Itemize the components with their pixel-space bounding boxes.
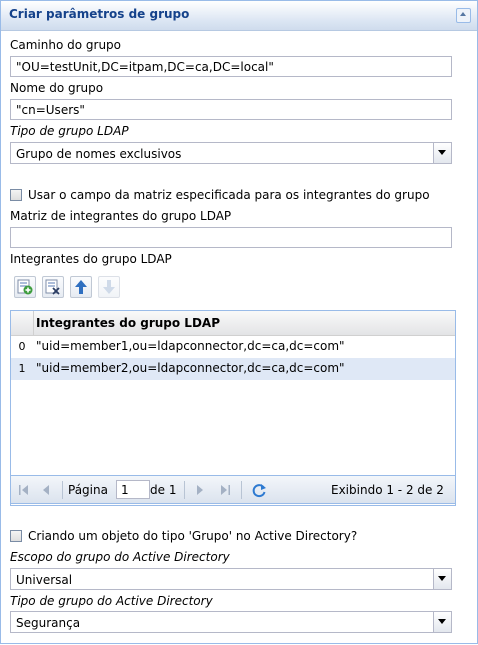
- delete-row-icon: [45, 279, 60, 295]
- arrow-up-icon: [75, 280, 87, 294]
- member-array-input[interactable]: [10, 227, 452, 248]
- prev-page-icon[interactable]: [41, 483, 51, 497]
- members-section-label: Integrantes do grupo LDAP: [10, 252, 172, 266]
- add-row-icon: [17, 279, 33, 295]
- table-row[interactable]: 0 "uid=member1,ou=ldapconnector,dc=ca,dc…: [11, 336, 455, 358]
- move-down-button[interactable]: [98, 276, 120, 298]
- row-value[interactable]: "uid=member2,ou=ldapconnector,dc=ca,dc=c…: [36, 361, 345, 375]
- next-page-icon[interactable]: [195, 483, 205, 497]
- page-number-value: 1: [121, 483, 129, 497]
- arrow-down-icon: [103, 280, 115, 294]
- refresh-icon[interactable]: [251, 482, 267, 498]
- ldap-group-type-label: Tipo de grupo LDAP: [10, 124, 129, 138]
- pager-separator: [184, 481, 185, 499]
- first-page-icon[interactable]: [18, 483, 30, 497]
- grid-header-separator: [33, 311, 34, 335]
- move-up-button[interactable]: [70, 276, 92, 298]
- ldap-group-type-select[interactable]: Grupo de nomes exclusivos: [10, 142, 452, 164]
- group-params-panel: Criar parâmetros de grupo Caminho do gru…: [0, 0, 478, 644]
- pager-separator: [241, 481, 242, 499]
- paging-toolbar: Página 1 de 1 Exibindo 1 - 2 de 2: [10, 475, 456, 504]
- panel-header: Criar parâmetros de grupo: [1, 0, 477, 31]
- delete-row-button[interactable]: [42, 276, 64, 298]
- page-count-label: de 1: [150, 483, 177, 497]
- display-info: Exibindo 1 - 2 de 2: [331, 483, 444, 497]
- row-value[interactable]: "uid=member1,ou=ldapconnector,dc=ca,dc=c…: [36, 339, 345, 353]
- ad-scope-value: Universal: [16, 573, 73, 587]
- use-array-checkbox[interactable]: [10, 189, 22, 201]
- use-array-checkbox-label: Usar o campo da matriz especificada para…: [28, 188, 430, 202]
- chevron-down-icon[interactable]: [433, 612, 451, 632]
- group-name-value: "cn=Users": [16, 103, 85, 117]
- page-number-input[interactable]: 1: [116, 480, 150, 499]
- ad-group-checkbox-label: Criando um objeto do tipo 'Grupo' no Act…: [28, 529, 358, 543]
- row-index: 1: [18, 362, 26, 375]
- pager-separator: [62, 481, 63, 499]
- group-path-value: "OU=testUnit,DC=itpam,DC=ca,DC=local": [16, 60, 274, 74]
- ad-type-label: Tipo de grupo do Active Directory: [10, 594, 213, 608]
- group-path-input[interactable]: "OU=testUnit,DC=itpam,DC=ca,DC=local": [10, 56, 452, 77]
- member-array-label: Matriz de integrantes do grupo LDAP: [10, 209, 232, 223]
- group-name-label: Nome do grupo: [10, 81, 104, 95]
- ldap-group-type-value: Grupo de nomes exclusivos: [16, 147, 182, 161]
- row-index: 0: [18, 340, 26, 353]
- table-row[interactable]: 1 "uid=member2,ou=ldapconnector,dc=ca,dc…: [11, 358, 455, 380]
- ad-type-select[interactable]: Segurança: [10, 611, 452, 633]
- group-path-label: Caminho do grupo: [10, 38, 122, 52]
- grid-column-header[interactable]: Integrantes do grupo LDAP: [36, 316, 220, 330]
- ad-scope-label: Escopo do grupo do Active Directory: [10, 550, 230, 564]
- chevron-down-icon[interactable]: [433, 143, 451, 163]
- page-label: Página: [68, 483, 108, 497]
- chevron-down-icon[interactable]: [433, 569, 451, 589]
- ad-group-checkbox[interactable]: [10, 530, 22, 542]
- ad-type-value: Segurança: [16, 616, 81, 630]
- ad-scope-select[interactable]: Universal: [10, 568, 452, 590]
- last-page-icon[interactable]: [219, 483, 231, 497]
- group-name-input[interactable]: "cn=Users": [10, 99, 452, 120]
- collapse-up-icon[interactable]: [456, 8, 471, 23]
- add-row-button[interactable]: [14, 276, 36, 298]
- panel-title: Criar parâmetros de grupo: [9, 7, 190, 21]
- grid-header: Integrantes do grupo LDAP: [11, 311, 455, 336]
